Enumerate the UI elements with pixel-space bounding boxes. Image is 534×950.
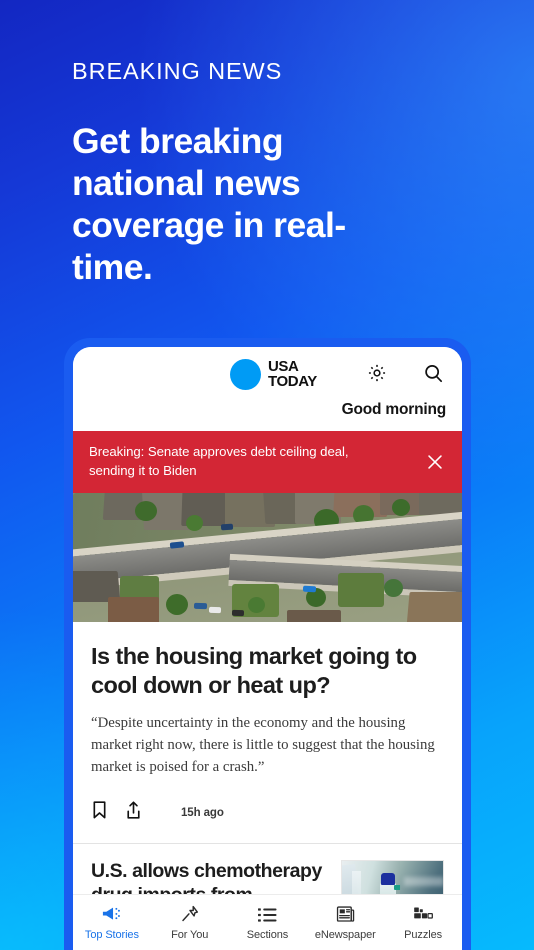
article-summary: “Despite uncertainty in the economy and … [91, 714, 435, 776]
bottom-navigation-bar: Top Stories For You Sections eNewspaper … [73, 894, 462, 950]
logo-line-2: TODAY [268, 372, 317, 390]
article-card-primary[interactable]: Is the housing market going to cool down… [73, 622, 462, 843]
hero-headline: Get breaking national news coverage in r… [72, 120, 346, 288]
tab-label: Sections [246, 929, 289, 941]
puzzle-icon [413, 904, 434, 923]
tab-label: Top Stories [84, 929, 139, 941]
tab-puzzles[interactable]: Puzzles [384, 904, 462, 941]
article-meta-row: 15h ago [91, 800, 444, 843]
article-headline: Is the housing market going to cool down… [91, 643, 417, 698]
hero-eyebrow: BREAKING NEWS [72, 58, 283, 84]
tab-label: For You [171, 929, 209, 941]
bookmark-icon[interactable] [91, 800, 108, 825]
pushpin-icon [180, 904, 200, 923]
greeting-text: Good morning [341, 401, 447, 418]
gear-icon[interactable] [364, 360, 390, 386]
search-icon[interactable] [420, 360, 446, 386]
phone-screen: USA TODAY Good morning Breaking: Senate … [73, 347, 462, 950]
tab-label: Puzzles [404, 929, 442, 941]
tab-top-stories[interactable]: Top Stories [73, 904, 151, 941]
article-hero-image[interactable] [73, 493, 462, 623]
breaking-news-text: Breaking: Senate approves debt ceiling d… [89, 444, 349, 478]
tab-enewspaper[interactable]: eNewspaper [306, 904, 384, 941]
breaking-news-banner[interactable]: Breaking: Senate approves debt ceiling d… [73, 431, 462, 494]
header-actions [364, 360, 446, 386]
close-icon[interactable] [424, 451, 446, 473]
newspaper-icon [336, 904, 355, 923]
list-icon [257, 904, 277, 923]
article-timestamp: 15h ago [181, 806, 224, 819]
usa-today-logo[interactable]: USA TODAY [230, 359, 317, 390]
share-icon[interactable] [125, 800, 142, 825]
hero-copy: BREAKING NEWS Get breaking national news… [72, 58, 492, 288]
tab-sections[interactable]: Sections [229, 904, 307, 941]
phone-mockup-frame: USA TODAY Good morning Breaking: Senate … [64, 338, 471, 950]
megaphone-icon [101, 904, 122, 923]
app-header: USA TODAY Good morning [73, 347, 462, 418]
tab-label: eNewspaper [314, 929, 376, 941]
tab-for-you[interactable]: For You [151, 904, 229, 941]
usa-today-dot-icon [230, 359, 261, 390]
logo-wordmark: USA TODAY [268, 359, 317, 390]
